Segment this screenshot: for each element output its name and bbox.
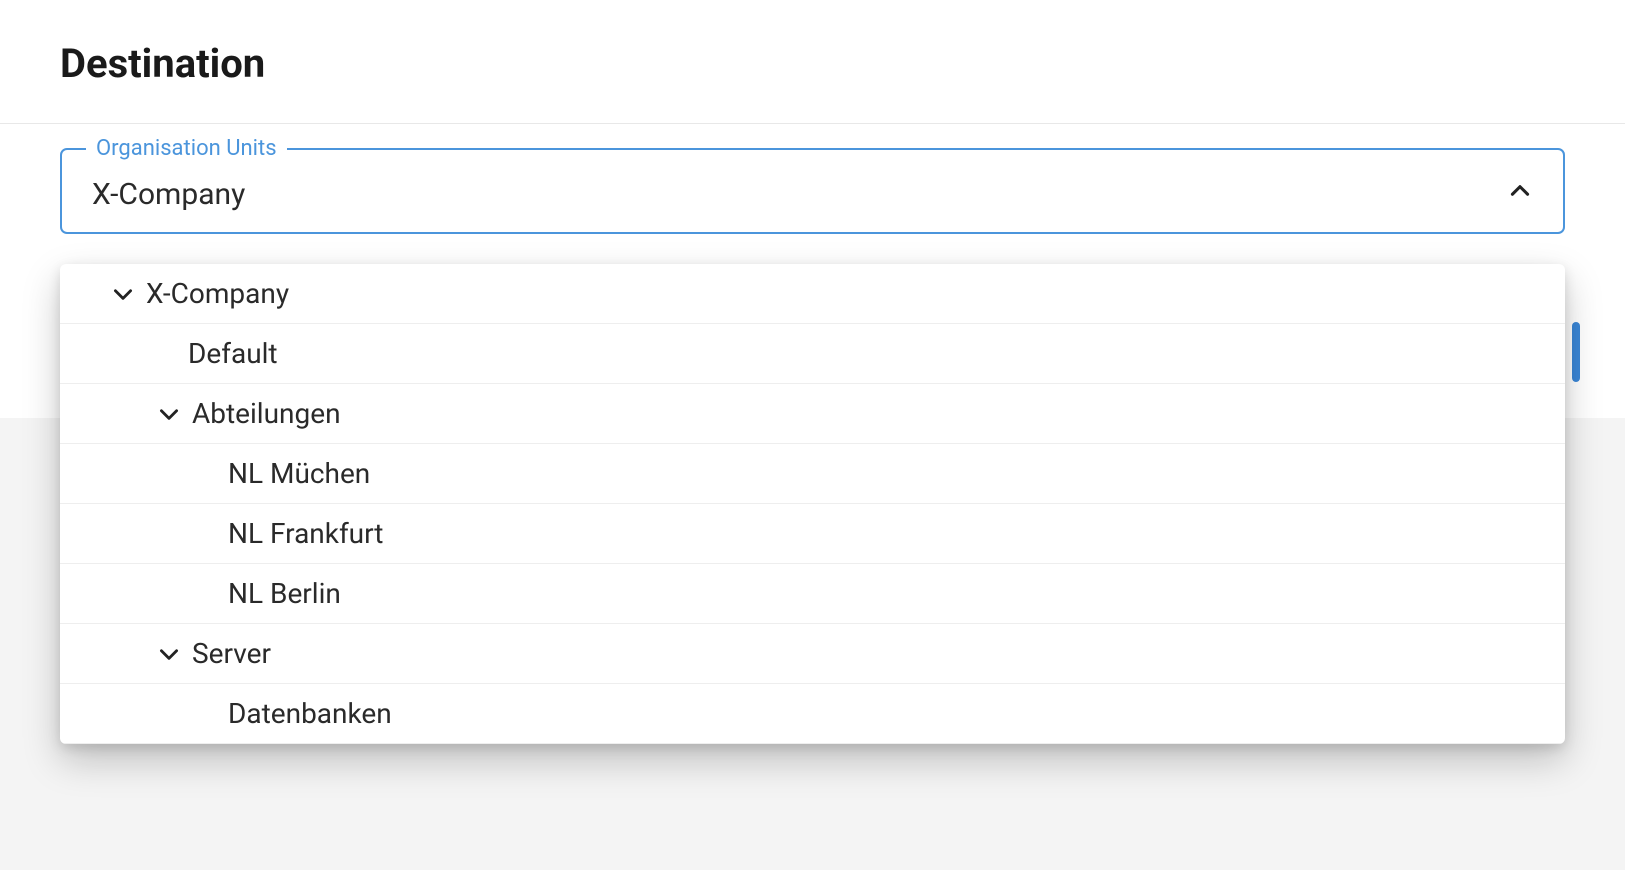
tree-item-label: NL Müchen — [228, 457, 1545, 490]
org-units-select[interactable]: Organisation Units X-Company — [60, 148, 1565, 234]
tree-item-label: Default — [188, 337, 1545, 370]
tree-item-server[interactable]: Server — [60, 624, 1565, 684]
tree-item-label: NL Berlin — [228, 577, 1545, 610]
accent-bar — [1572, 322, 1580, 382]
tree-item-label: Datenbanken — [228, 697, 1545, 730]
org-units-select-label: Organisation Units — [86, 136, 287, 161]
org-units-select-value: X-Company — [92, 177, 1507, 212]
tree-item-nl-frankfurt[interactable]: NL Frankfurt — [60, 504, 1565, 564]
page-title: Destination — [0, 0, 1625, 123]
chevron-down-icon — [154, 399, 184, 429]
tree-item-x-company[interactable]: X-Company — [60, 264, 1565, 324]
org-units-dropdown-panel: X-Company Default Abteilungen NL Müchen … — [60, 264, 1565, 744]
tree-item-label: Abteilungen — [192, 397, 1545, 430]
chevron-down-icon — [154, 639, 184, 669]
tree-item-label: NL Frankfurt — [228, 517, 1545, 550]
tree-item-label: X-Company — [146, 277, 1545, 310]
tree-item-datenbanken[interactable]: Datenbanken — [60, 684, 1565, 744]
tree-item-nl-berlin[interactable]: NL Berlin — [60, 564, 1565, 624]
tree-item-label: Server — [192, 637, 1545, 670]
section-divider — [0, 123, 1625, 124]
tree-item-default[interactable]: Default — [60, 324, 1565, 384]
tree-item-nl-muechen[interactable]: NL Müchen — [60, 444, 1565, 504]
tree-item-abteilungen[interactable]: Abteilungen — [60, 384, 1565, 444]
chevron-up-icon — [1507, 178, 1533, 204]
chevron-down-icon — [108, 279, 138, 309]
